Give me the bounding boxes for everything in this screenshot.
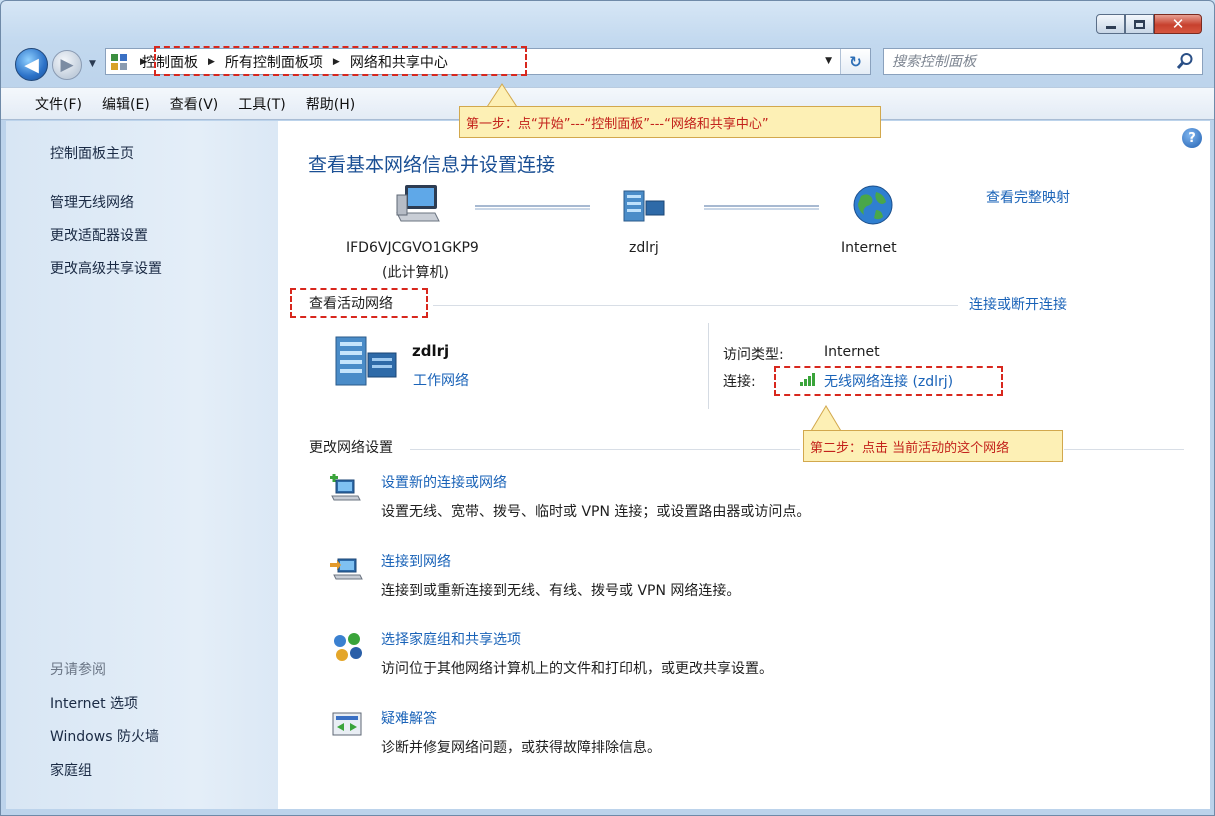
step1-callout: 第一步：点“开始”---“控制面板”---“网络和共享中心” — [459, 106, 881, 138]
close-icon: ✕ — [1171, 14, 1185, 33]
access-type-label: 访问类型: — [723, 347, 784, 363]
connect-to-network-link[interactable]: 连接到网络 — [381, 551, 451, 571]
setup-new-connection-desc: 设置无线、宽带、拨号、临时或 VPN 连接；或设置路由器或访问点。 — [381, 504, 811, 520]
sidebar: 控制面板主页 管理无线网络 更改适配器设置 更改高级共享设置 另请参阅 Inte… — [6, 121, 278, 809]
search-input[interactable] — [892, 52, 1162, 71]
callout-pointer — [486, 83, 518, 107]
map-connector-line — [475, 205, 590, 210]
connect-disconnect-link[interactable]: 连接或断开连接 — [969, 294, 1067, 314]
minimize-icon — [1105, 25, 1116, 29]
homegroup-icon — [334, 633, 362, 661]
sidebar-item-advanced-sharing[interactable]: 更改高级共享设置 — [50, 258, 162, 278]
network-location-link[interactable]: 工作网络 — [413, 370, 469, 390]
active-networks-highlight — [290, 288, 428, 318]
map-connector-line — [704, 205, 819, 210]
search-box[interactable] — [883, 48, 1203, 75]
breadcrumb-highlight — [154, 46, 527, 76]
network-icon — [623, 190, 665, 222]
active-network-name: zdlrj — [412, 342, 450, 360]
computer-subtitle: (此计算机) — [382, 265, 449, 281]
page-title: 查看基本网络信息并设置连接 — [308, 154, 556, 176]
see-also-heading: 另请参阅 — [50, 662, 106, 678]
computer-icon — [396, 185, 440, 222]
menu-file[interactable]: 文件(F) — [35, 94, 82, 114]
sidebar-item-manage-wireless[interactable]: 管理无线网络 — [50, 192, 134, 212]
view-full-map-link[interactable]: 查看完整映射 — [986, 187, 1070, 207]
internet-node-label: Internet — [841, 240, 897, 256]
sidebar-item-windows-firewall[interactable]: Windows 防火墙 — [50, 726, 159, 746]
active-network-icon — [335, 336, 397, 386]
homegroup-sharing-link[interactable]: 选择家庭组和共享选项 — [381, 629, 521, 649]
forward-arrow-icon: ▶ — [60, 55, 74, 75]
change-settings-heading: 更改网络设置 — [309, 440, 393, 456]
setup-new-connection-link[interactable]: 设置新的连接或网络 — [381, 472, 507, 492]
internet-globe-icon — [853, 185, 893, 225]
forward-button[interactable]: ▶ — [52, 50, 82, 80]
computer-name: IFD6VJCGVO1GKP9 — [346, 240, 479, 256]
refresh-button[interactable]: ↻ — [840, 49, 870, 74]
wireless-connection-highlight — [774, 366, 1003, 396]
vertical-divider — [708, 323, 709, 409]
menu-help[interactable]: 帮助(H) — [306, 94, 355, 114]
maximize-icon — [1134, 19, 1145, 29]
sidebar-item-homegroup[interactable]: 家庭组 — [50, 760, 92, 780]
back-arrow-icon: ◀ — [24, 53, 39, 76]
recent-pages-dropdown-icon[interactable]: ▼ — [89, 59, 96, 69]
sidebar-item-adapter-settings[interactable]: 更改适配器设置 — [50, 225, 148, 245]
menu-view[interactable]: 查看(V) — [170, 94, 219, 114]
minimize-button[interactable] — [1096, 14, 1125, 34]
close-button[interactable]: ✕ — [1154, 14, 1202, 34]
connect-network-icon — [330, 558, 363, 580]
back-button[interactable]: ◀ — [15, 48, 48, 81]
section-divider — [410, 449, 800, 450]
menu-edit[interactable]: 编辑(E) — [102, 94, 150, 114]
connect-to-network-desc: 连接到或重新连接到无线、有线、拨号或 VPN 网络连接。 — [381, 583, 741, 599]
help-icon[interactable]: ? — [1182, 128, 1202, 148]
network-node-label: zdlrj — [629, 240, 659, 256]
window: ✕ ◀ ▶ ▼ ▶ 控制面板 ▶ 所有控制面板项 ▶ 网络和共享中心 ▼ ↻ 搜… — [0, 0, 1215, 816]
sidebar-item-home[interactable]: 控制面板主页 — [50, 143, 134, 163]
caption-buttons: ✕ — [1096, 14, 1202, 34]
troubleshoot-icon — [332, 712, 362, 736]
callout-pointer — [810, 405, 842, 431]
homegroup-sharing-desc: 访问位于其他网络计算机上的文件和打印机，或更改共享设置。 — [381, 661, 773, 677]
search-icon[interactable] — [1176, 52, 1194, 70]
main-content: ? 查看基本网络信息并设置连接 查看完整映射 IFD6VJCGVO1GKP9 (… — [278, 121, 1210, 809]
troubleshoot-desc: 诊断并修复网络问题，或获得故障排除信息。 — [381, 740, 661, 756]
maximize-button[interactable] — [1125, 14, 1154, 34]
section-divider — [1064, 449, 1184, 450]
troubleshoot-link[interactable]: 疑难解答 — [381, 708, 437, 728]
step2-callout: 第二步：点击 当前活动的这个网络 — [803, 430, 1063, 462]
address-dropdown-icon[interactable]: ▼ — [825, 56, 832, 66]
sidebar-item-internet-options[interactable]: Internet 选项 — [50, 693, 138, 713]
access-type-value: Internet — [824, 344, 880, 360]
new-connection-icon — [330, 474, 361, 501]
connection-label: 连接: — [723, 374, 756, 390]
menu-tools[interactable]: 工具(T) — [238, 94, 285, 114]
refresh-icon: ↻ — [849, 52, 862, 71]
control-panel-icon — [111, 54, 127, 70]
section-divider — [433, 305, 958, 306]
